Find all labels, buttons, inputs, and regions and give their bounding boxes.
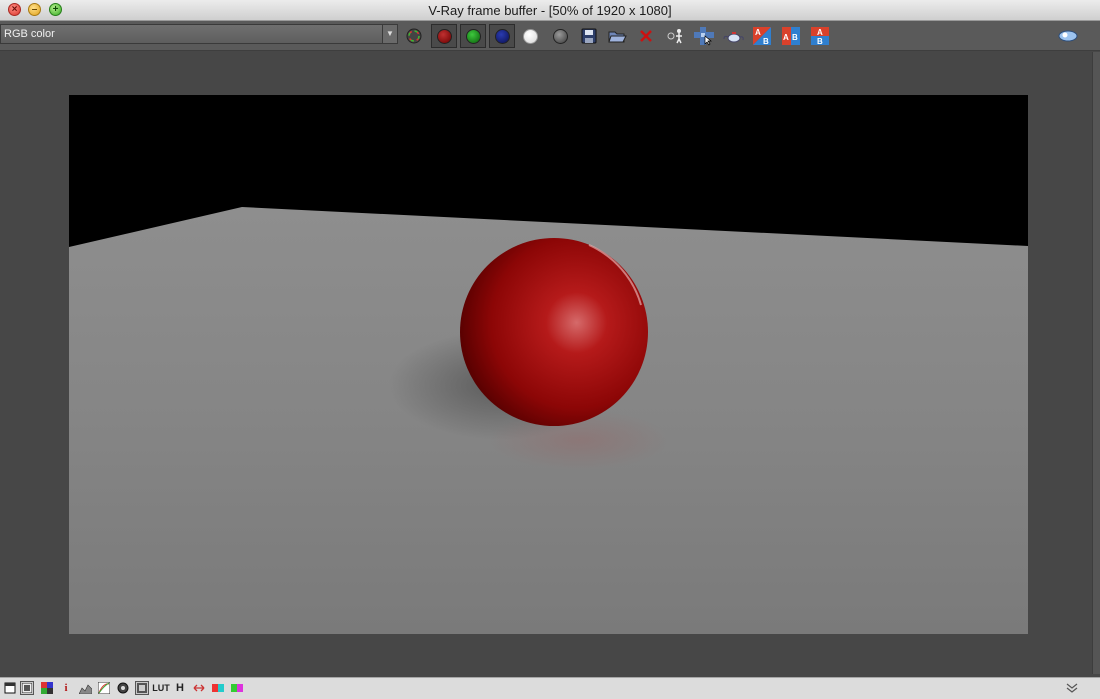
- color-layers-icon: [41, 682, 53, 694]
- chevron-down-icon[interactable]: ▼: [382, 25, 397, 43]
- open-image-button[interactable]: [606, 25, 628, 47]
- svg-text:B: B: [817, 37, 823, 46]
- compare-ab-diagonal-icon: AB: [753, 27, 771, 46]
- save-icon: [581, 28, 597, 44]
- exposure-button[interactable]: [116, 681, 130, 695]
- channel-select[interactable]: RGB color ▼: [0, 24, 398, 44]
- red-channel-button[interactable]: [431, 24, 457, 48]
- stereo-glasses-icon: [1058, 30, 1078, 42]
- display-correction-icon: [406, 28, 422, 44]
- green-channel-button[interactable]: [460, 24, 486, 48]
- clear-image-button[interactable]: [635, 25, 657, 47]
- blue-channel-button[interactable]: [489, 24, 515, 48]
- pixel-aspect-button[interactable]: [192, 681, 206, 695]
- toolbar: RGB color ▼ AB AB AB: [0, 21, 1100, 51]
- stereo-red-cyan-icon: [212, 684, 224, 692]
- channel-select-value: RGB color: [4, 28, 55, 40]
- stereo-green-magenta-button[interactable]: [230, 681, 244, 695]
- srgb-toggle[interactable]: [135, 681, 149, 695]
- render-scene: [69, 95, 1028, 634]
- clear-image-icon: [640, 30, 652, 42]
- title-bar: × – + V-Ray frame buffer - [50% of 1920 …: [0, 0, 1100, 21]
- vertical-scrollbar[interactable]: [1092, 52, 1100, 674]
- pixel-aspect-icon: [193, 684, 205, 692]
- info-button[interactable]: i: [59, 681, 73, 695]
- svg-text:A: A: [783, 33, 789, 42]
- stereo-display-button[interactable]: [1057, 25, 1079, 47]
- save-image-button[interactable]: [578, 25, 600, 47]
- window-title: V-Ray frame buffer - [50% of 1920 x 1080…: [428, 3, 672, 18]
- status-bar: i LUT H: [0, 677, 1100, 699]
- display-correction-button[interactable]: [403, 25, 425, 47]
- window-icon: [4, 682, 16, 694]
- svg-text:A: A: [755, 28, 761, 37]
- compare-ab-horizontal-icon: AB: [782, 27, 800, 45]
- stereo-green-magenta-icon: [231, 684, 243, 692]
- svg-text:B: B: [792, 33, 798, 42]
- svg-text:B: B: [763, 37, 769, 46]
- lut-icon: LUT: [152, 683, 170, 693]
- white-display-icon: [522, 28, 538, 44]
- lut-button[interactable]: LUT: [152, 681, 170, 695]
- levels-icon: [78, 684, 92, 694]
- exposure-icon: [117, 682, 129, 694]
- window-toggle-button[interactable]: [3, 681, 17, 695]
- compare-ab-diagonal-button[interactable]: AB: [751, 25, 773, 47]
- color-correction-icon: [22, 683, 32, 693]
- curves-button[interactable]: [97, 681, 111, 695]
- region-render-icon: [694, 27, 714, 46]
- svg-text:A: A: [817, 28, 823, 37]
- color-correction-toggle[interactable]: [20, 681, 34, 695]
- region-render-button[interactable]: [693, 25, 715, 47]
- info-icon: i: [64, 682, 68, 694]
- alpha-channel-button[interactable]: [549, 25, 571, 47]
- rendered-image[interactable]: [69, 95, 1028, 634]
- stereo-red-cyan-button[interactable]: [211, 681, 225, 695]
- teapot-render-button[interactable]: [723, 25, 745, 47]
- red-channel-icon: [436, 28, 452, 44]
- levels-button[interactable]: [78, 681, 92, 695]
- alpha-channel-icon: [552, 28, 568, 44]
- srgb-icon: [137, 683, 147, 693]
- open-folder-icon: [608, 31, 627, 43]
- blue-channel-icon: [494, 28, 510, 44]
- track-mouse-icon: [667, 29, 682, 44]
- expand-panel-button[interactable]: [1064, 681, 1080, 695]
- histogram-icon: H: [176, 682, 184, 694]
- color-layers-button[interactable]: [40, 681, 54, 695]
- histogram-button[interactable]: H: [173, 681, 187, 695]
- track-mouse-button[interactable]: [665, 25, 687, 47]
- compare-ab-vertical-icon: AB: [811, 27, 829, 46]
- teapot-render-icon: [723, 32, 744, 43]
- chevron-double-down-icon: [1066, 683, 1078, 693]
- green-channel-icon: [465, 28, 481, 44]
- curves-icon: [98, 682, 110, 694]
- compare-ab-horizontal-button[interactable]: AB: [780, 25, 802, 47]
- compare-ab-vertical-button[interactable]: AB: [809, 25, 831, 47]
- white-display-button[interactable]: [519, 25, 541, 47]
